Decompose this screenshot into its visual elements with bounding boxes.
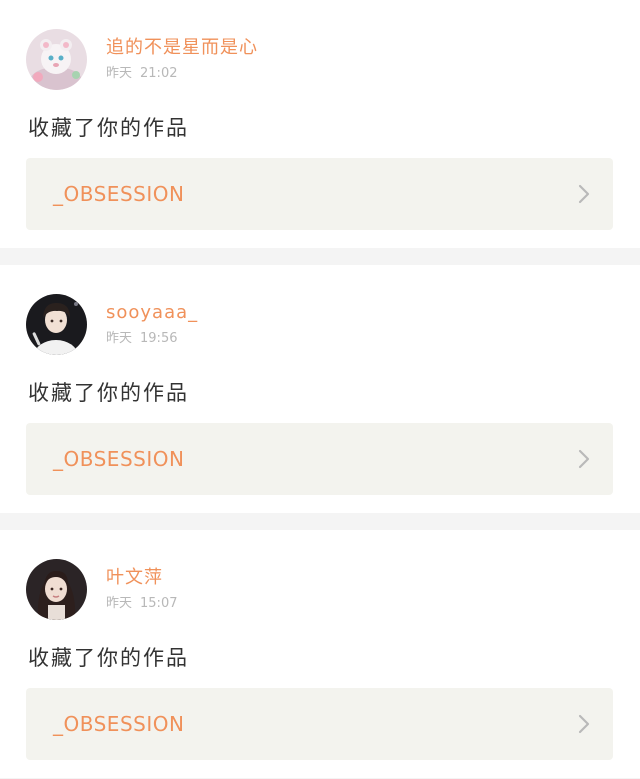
notification-action-text: 收藏了你的作品: [28, 381, 189, 405]
username[interactable]: sooyaaa_: [106, 301, 198, 325]
notification-header: sooyaaa_ 昨天 19:56: [26, 293, 198, 355]
timestamp-day: 昨天: [106, 330, 133, 346]
user-meta: 叶文萍 昨天 15:07: [106, 566, 177, 613]
username[interactable]: 追的不是星而是心: [106, 36, 258, 60]
notification-header: 追的不是星而是心 昨天 21:02: [26, 28, 258, 90]
woman-portrait-avatar-icon: [26, 558, 87, 620]
timestamp: 昨天 19:56: [106, 330, 198, 348]
notification-card: 叶文萍 昨天 15:07 收藏了你的作品 _OBSESSION: [0, 530, 640, 778]
notification-action-text: 收藏了你的作品: [28, 646, 189, 670]
timestamp-time: 21:02: [140, 65, 178, 81]
notification-feed: 追的不是星而是心 昨天 21:02 收藏了你的作品 _OBSESSION soo…: [0, 0, 640, 778]
timestamp-day: 昨天: [106, 595, 133, 611]
chevron-right-icon: [577, 183, 591, 205]
work-link[interactable]: _OBSESSION: [26, 423, 613, 495]
work-link[interactable]: _OBSESSION: [26, 158, 613, 230]
avatar[interactable]: [26, 28, 87, 90]
work-title: _OBSESSION: [53, 712, 185, 736]
timestamp-time: 19:56: [140, 330, 178, 346]
avatar[interactable]: [26, 558, 87, 620]
work-link[interactable]: _OBSESSION: [26, 688, 613, 760]
username[interactable]: 叶文萍: [106, 566, 177, 590]
notification-action-text: 收藏了你的作品: [28, 116, 189, 140]
singer-avatar-icon: [26, 293, 87, 355]
timestamp-day: 昨天: [106, 65, 133, 81]
timestamp: 昨天 15:07: [106, 595, 177, 613]
notification-card: 追的不是星而是心 昨天 21:02 收藏了你的作品 _OBSESSION: [0, 0, 640, 248]
user-meta: 追的不是星而是心 昨天 21:02: [106, 36, 258, 83]
avatar[interactable]: [26, 293, 87, 355]
timestamp-time: 15:07: [140, 595, 178, 611]
chevron-right-icon: [577, 713, 591, 735]
notification-card: sooyaaa_ 昨天 19:56 收藏了你的作品 _OBSESSION: [0, 265, 640, 513]
plush-toy-avatar-icon: [26, 28, 87, 90]
chevron-right-icon: [577, 448, 591, 470]
timestamp: 昨天 21:02: [106, 65, 258, 83]
user-meta: sooyaaa_ 昨天 19:56: [106, 301, 198, 348]
work-title: _OBSESSION: [53, 182, 185, 206]
work-title: _OBSESSION: [53, 447, 185, 471]
notification-header: 叶文萍 昨天 15:07: [26, 558, 177, 620]
